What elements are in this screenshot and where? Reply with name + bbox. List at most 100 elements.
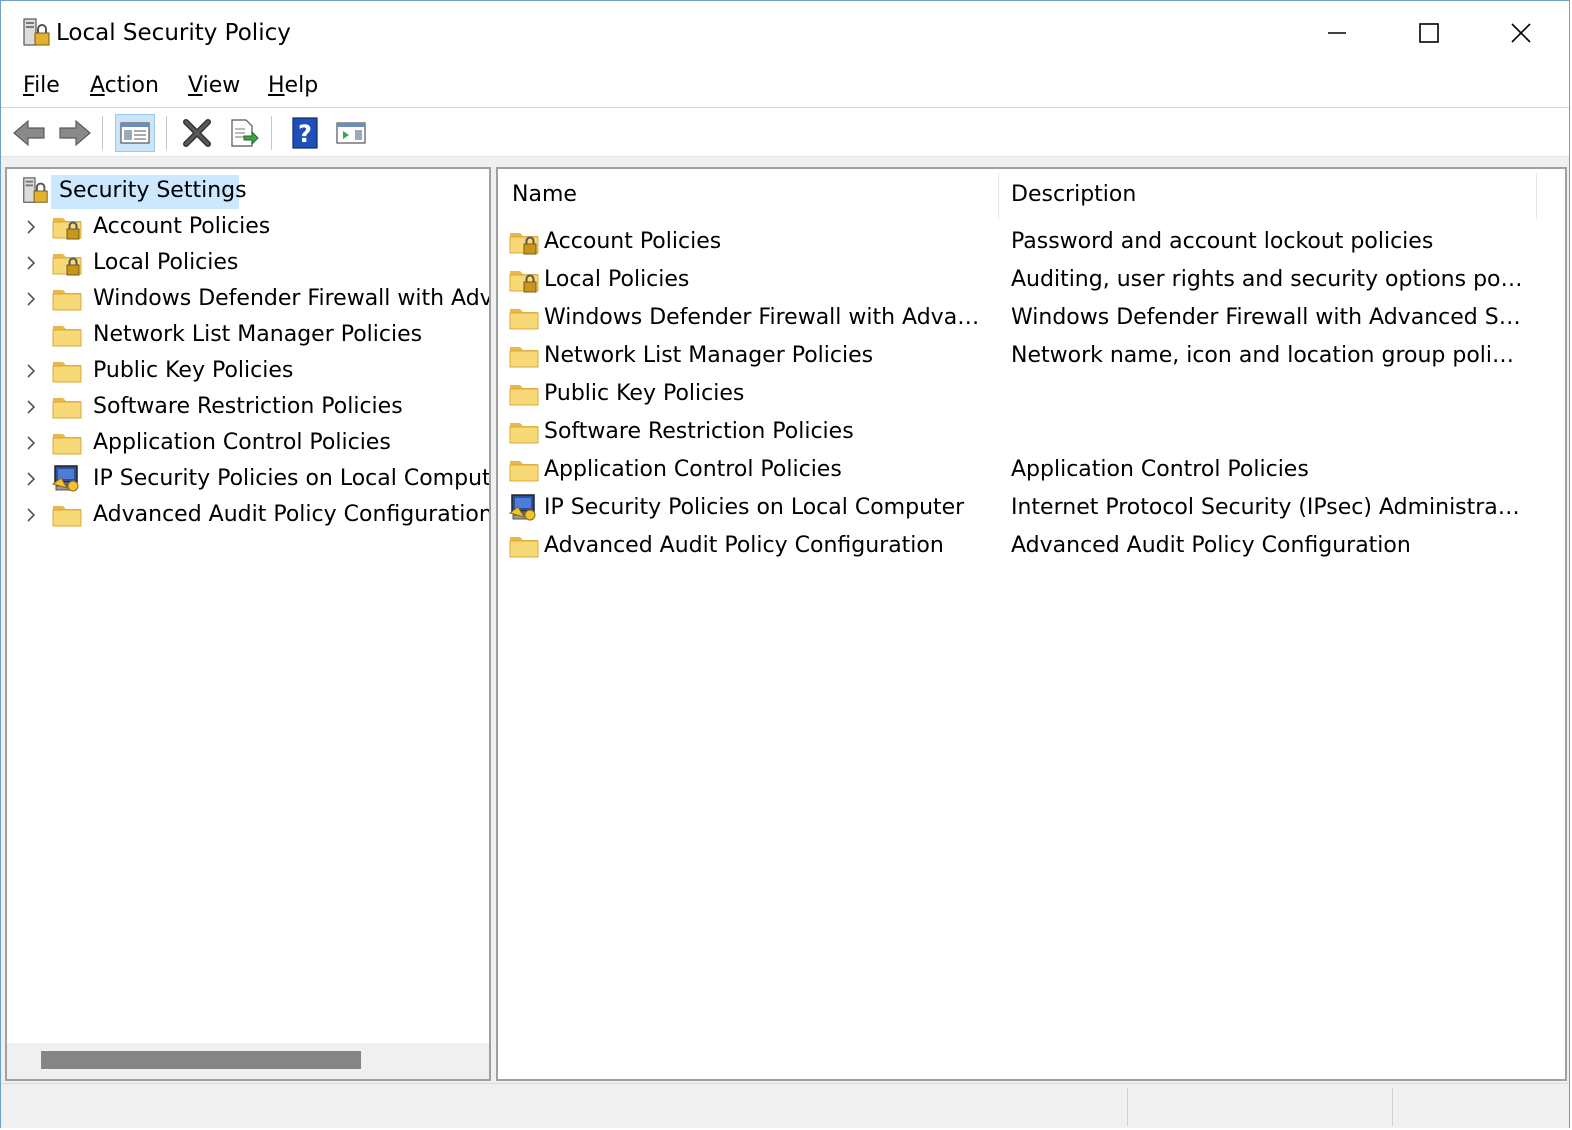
show-hide-console-tree-icon (120, 122, 150, 144)
tree-item[interactable]: Network List Manager Policies (7, 317, 487, 353)
list-item[interactable]: Local Policies Auditing, user rights and … (498, 261, 1538, 299)
tree-item-label: Software Restriction Policies (93, 394, 403, 419)
list-item[interactable]: Software Restriction Policies (498, 413, 1538, 451)
folder-icon (52, 289, 82, 311)
close-button[interactable] (1475, 1, 1567, 65)
minimize-button[interactable] (1291, 1, 1383, 65)
tree-item-label: Network List Manager Policies (93, 322, 423, 347)
menu-view[interactable]: View (188, 71, 240, 101)
list-item[interactable]: Application Control Policies Application … (498, 451, 1538, 489)
list-item[interactable]: Network List Manager Policies Network nam… (498, 337, 1538, 375)
column-divider[interactable] (1536, 173, 1537, 219)
folder-icon (52, 505, 82, 527)
ip-security-icon (52, 465, 79, 492)
tree-item-label: Local Policies (93, 250, 239, 275)
help-icon: ? (292, 117, 318, 149)
folder-icon (509, 308, 539, 330)
menu-bar: File Action View Help (1, 65, 1569, 107)
folder-icon (52, 325, 82, 347)
maximize-icon (1419, 23, 1439, 43)
tree-item[interactable]: Public Key Policies (7, 353, 487, 389)
expand-chevron-icon[interactable] (23, 291, 39, 307)
expand-chevron-icon[interactable] (23, 471, 39, 487)
help-button[interactable]: ? (285, 114, 325, 152)
list-item[interactable]: Public Key Policies (498, 375, 1538, 413)
show-hide-console-tree-button[interactable] (115, 114, 155, 152)
export-list-icon (231, 119, 259, 147)
menu-file[interactable]: File (23, 71, 60, 101)
list-item-name: Application Control Policies (544, 457, 842, 482)
column-header-name[interactable]: Name (512, 169, 992, 221)
security-settings-icon (23, 177, 48, 203)
toolbar-separator (271, 116, 272, 150)
security-policy-app-icon (23, 18, 50, 46)
list-item[interactable]: Account Policies Password and account loc… (498, 223, 1538, 261)
tree-item[interactable]: Local Policies (7, 245, 487, 281)
tree-item[interactable]: Account Policies (7, 209, 487, 245)
expand-chevron-icon[interactable] (23, 399, 39, 415)
show-action-pane-button[interactable] (331, 114, 371, 152)
expand-chevron-icon[interactable] (23, 219, 39, 235)
back-icon (13, 119, 45, 147)
list-item-description: Internet Protocol Security (IPsec) Admin… (1011, 495, 1526, 520)
folder-icon (52, 397, 82, 419)
folder-icon (52, 361, 82, 383)
results-list-pane: Name Description Account Policies Passwor… (496, 167, 1567, 1081)
forward-icon (59, 119, 91, 147)
list-item-description: Auditing, user rights and security optio… (1011, 267, 1526, 292)
menu-help[interactable]: Help (268, 71, 318, 101)
folder-icon (509, 422, 539, 444)
list-item-name: Public Key Policies (544, 381, 745, 406)
ip-security-icon (509, 494, 536, 521)
window-title: Local Security Policy (56, 20, 291, 46)
tree-item-label: Windows Defender Firewall with Advai (93, 286, 491, 311)
expand-chevron-icon[interactable] (23, 363, 39, 379)
console-tree-pane: Security Settings Account Policies Local … (5, 167, 491, 1081)
column-divider[interactable] (998, 173, 999, 219)
list-item-name: Account Policies (544, 229, 722, 254)
maximize-button[interactable] (1383, 1, 1475, 65)
list-item-description: Windows Defender Firewall with Advanced … (1011, 305, 1526, 330)
locked-folder-icon (509, 270, 539, 293)
folder-icon (509, 536, 539, 558)
tree-root-label: Security Settings (59, 178, 247, 203)
tree-item-label: Application Control Policies (93, 430, 391, 455)
tree-item[interactable]: Advanced Audit Policy Configuration (7, 497, 489, 533)
list-item-name: Network List Manager Policies (544, 343, 874, 368)
tree-item[interactable]: Windows Defender Firewall with Advai (7, 281, 489, 317)
tree-item[interactable]: Software Restriction Policies (7, 389, 487, 425)
export-list-button[interactable] (223, 114, 263, 152)
horizontal-scrollbar-thumb[interactable] (41, 1051, 361, 1069)
column-header-description[interactable]: Description (1011, 169, 1531, 221)
expand-chevron-icon[interactable] (23, 435, 39, 451)
minimize-icon (1328, 32, 1346, 34)
svg-text:?: ? (298, 120, 312, 148)
menu-action[interactable]: Action (90, 71, 159, 101)
delete-icon (183, 119, 211, 147)
horizontal-scrollbar[interactable] (7, 1043, 489, 1079)
tree-item[interactable]: IP Security Policies on Local Computer (7, 461, 489, 497)
expand-chevron-icon[interactable] (23, 507, 39, 523)
status-bar (1, 1083, 1569, 1128)
status-divider (1392, 1088, 1393, 1126)
close-icon (1511, 23, 1531, 43)
list-item[interactable]: IP Security Policies on Local Computer In… (498, 489, 1538, 527)
local-security-policy-window: Local Security Policy File Action View H… (0, 0, 1570, 1128)
locked-folder-icon (52, 253, 82, 276)
delete-button[interactable] (177, 114, 217, 152)
folder-icon (52, 433, 82, 455)
expand-chevron-icon[interactable] (23, 255, 39, 271)
list-item-description: Password and account lockout policies (1011, 229, 1434, 254)
folder-icon (509, 460, 539, 482)
list-item[interactable]: Windows Defender Firewall with Advance..… (498, 299, 1538, 337)
toolbar: ? (1, 107, 1569, 157)
locked-folder-icon (52, 217, 82, 240)
forward-button[interactable] (55, 114, 95, 152)
tree-item-label: IP Security Policies on Local Computer (93, 466, 491, 491)
list-item[interactable]: Advanced Audit Policy Configuration Advan… (498, 527, 1538, 565)
show-action-pane-icon (336, 122, 366, 144)
tree-item[interactable]: Application Control Policies (7, 425, 487, 461)
list-item-description: Application Control Policies (1011, 457, 1309, 482)
back-button[interactable] (9, 114, 49, 152)
tree-item-label: Account Policies (93, 214, 271, 239)
